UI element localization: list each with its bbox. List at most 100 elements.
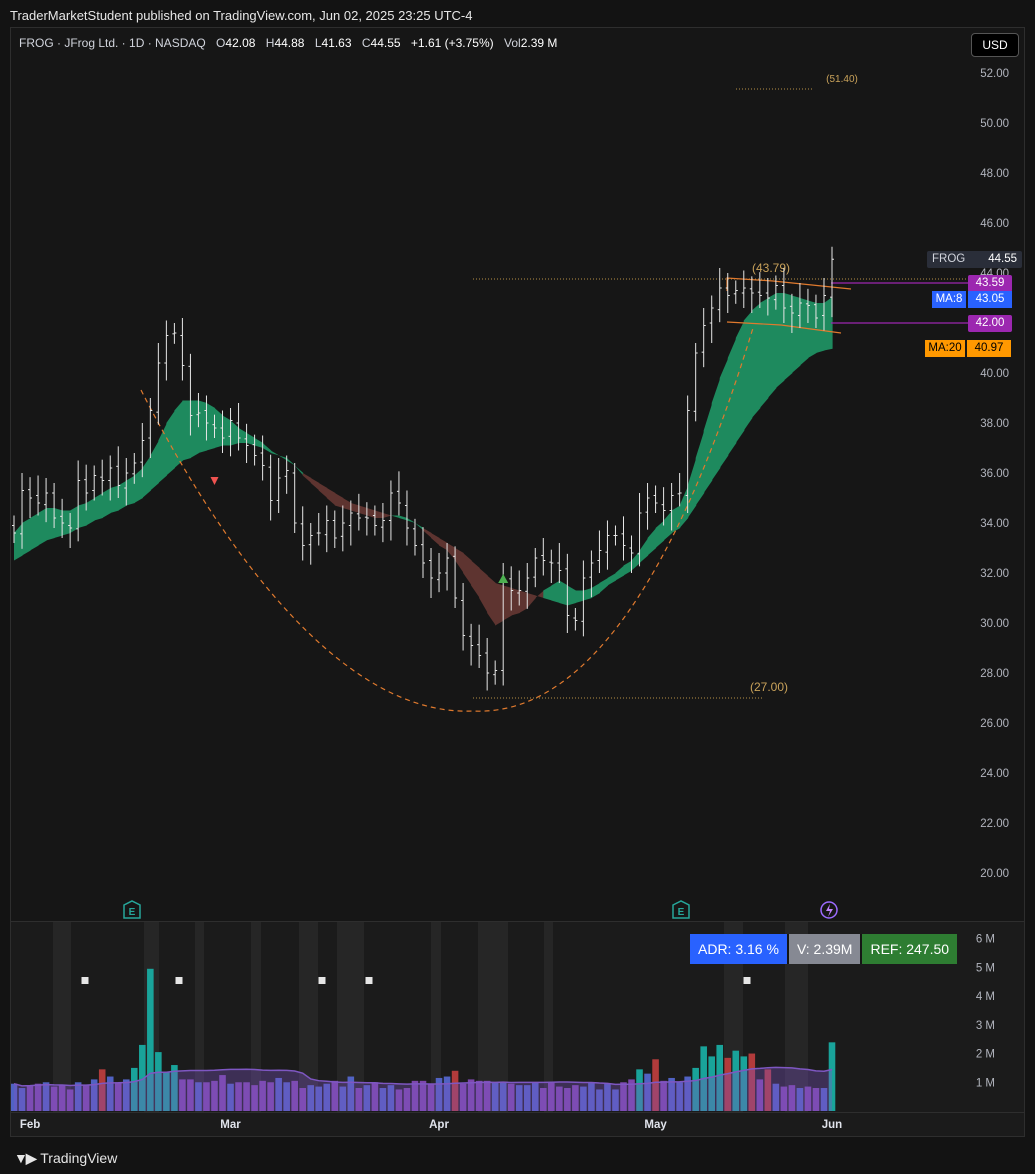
- x-tick-label: Apr: [429, 1119, 449, 1131]
- adr-badge: ADR: 3.16 %: [690, 934, 787, 964]
- ma20-tag-value: 40.97: [967, 340, 1011, 357]
- y-tick-label: 46.00: [980, 218, 1009, 230]
- legend-close: 44.55: [370, 36, 401, 50]
- ma8-tag-label: MA:8: [932, 291, 966, 308]
- ma-cloud-up-segment: [775, 293, 785, 388]
- ma-cloud-up-segment: [815, 303, 825, 353]
- ma-cloud-up-segment: [759, 298, 769, 408]
- ma-cloud-up-segment: [190, 400, 200, 458]
- legend-change: +1.61 (+3.75%): [410, 36, 494, 50]
- y-tick-label: 24.00: [980, 768, 1009, 780]
- ma-cloud-up-segment: [30, 513, 39, 551]
- ma-cloud-up-segment: [126, 475, 135, 506]
- ma-cloud-up-segment: [78, 503, 87, 528]
- x-tick-label: Jun: [822, 1119, 842, 1131]
- volume-tick-label: 2 M: [976, 1049, 995, 1061]
- y-tick-label: 48.00: [980, 168, 1009, 180]
- chart-frame[interactable]: 52.0050.0048.0046.0044.0042.0040.0038.00…: [10, 27, 1025, 1137]
- legend-low-label: L: [314, 36, 322, 50]
- ma-cloud-up-segment: [791, 295, 801, 373]
- volume-tick-label: 6 M: [976, 934, 995, 946]
- ma8-tag-value: 43.05: [968, 291, 1012, 308]
- ma-cloud-up-segment: [182, 400, 192, 461]
- y-tick-label: 40.00: [980, 368, 1009, 380]
- ma-cloud-up-segment: [38, 508, 47, 546]
- y-tick-label: 34.00: [980, 518, 1009, 530]
- ma8-tag: MA:8 43.05: [932, 291, 1012, 308]
- volume-stats-badges: ADR: 3.16 % V: 2.39M REF: 247.50: [690, 934, 958, 964]
- y-tick-label: 36.00: [980, 468, 1009, 480]
- price-annotation: (51.40): [826, 74, 858, 85]
- earnings-icon-letter: E: [129, 907, 136, 918]
- footer-brand: TradingView: [40, 1150, 118, 1166]
- ma-cloud-up-segment: [222, 415, 232, 446]
- ma-cloud-down-segment: [503, 585, 512, 621]
- volume-tick-label: 3 M: [976, 1020, 995, 1032]
- volume-tick-label: 1 M: [976, 1077, 995, 1089]
- ref-badge: REF: 247.50: [860, 934, 958, 964]
- legend-symbol: FROG · JFrog Ltd. · 1D · NASDAQ: [19, 36, 206, 50]
- ma-cloud-up-segment: [22, 518, 31, 556]
- publish-header: TraderMarketStudent published on Trading…: [0, 0, 1035, 28]
- y-tick-label: 32.00: [980, 568, 1009, 580]
- ma-cloud-up-segment: [206, 403, 216, 451]
- ma-cloud-up-segment: [727, 338, 737, 456]
- ma-cloud-up-segment: [102, 488, 111, 518]
- volume-tick-label: 4 M: [976, 991, 995, 1003]
- ma-cloud-down-segment: [511, 588, 520, 616]
- ma-cloud-up-segment: [110, 485, 119, 513]
- earnings-icon-letter: E: [678, 907, 685, 918]
- volume-tick-label: 5 M: [976, 962, 995, 974]
- symbol-tag-label: FROG: [932, 253, 966, 265]
- symbol-legend: FROG · JFrog Ltd. · 1D · NASDAQ O42.08 H…: [19, 36, 557, 50]
- currency-button[interactable]: USD: [971, 33, 1019, 57]
- symbol-price-tag: FROG 44.55: [927, 251, 1022, 268]
- x-tick-label: May: [644, 1119, 667, 1131]
- y-tick-label: 52.00: [980, 68, 1009, 80]
- price-annotation: (27.00): [750, 680, 788, 694]
- ma-cloud-up-segment: [46, 508, 55, 541]
- publish-line: TraderMarketStudent published on Trading…: [10, 8, 473, 23]
- x-tick-label: Mar: [220, 1119, 241, 1131]
- y-tick-label: 26.00: [980, 718, 1009, 730]
- ma20-tag: MA:20 40.97: [925, 340, 1012, 357]
- ma-cloud-down-segment: [495, 583, 504, 626]
- ma-cloud-up-segment: [54, 508, 63, 538]
- volume-session-shade: [53, 922, 71, 1112]
- ma-cloud-up-segment: [174, 400, 184, 468]
- y-tick-label: 20.00: [980, 868, 1009, 880]
- lower-level-tag: 42.00: [968, 315, 1012, 332]
- volume-marker-square: [81, 977, 89, 984]
- y-tick-label: 38.00: [980, 418, 1009, 430]
- volume-marker-square: [743, 977, 751, 984]
- volume-badge: V: 2.39M: [786, 934, 861, 964]
- x-tick-label: Feb: [20, 1119, 40, 1131]
- legend-volume-label: Vol: [504, 36, 521, 50]
- y-tick-label: 28.00: [980, 668, 1009, 680]
- y-tick-label: 22.00: [980, 818, 1009, 830]
- y-tick-label: 50.00: [980, 118, 1009, 130]
- legend-open: 42.08: [225, 36, 256, 50]
- volume-marker-square: [175, 977, 183, 984]
- legend-low: 41.63: [321, 36, 352, 50]
- legend-open-label: O: [216, 36, 226, 50]
- legend-close-label: C: [361, 36, 371, 50]
- symbol-tag-value: 44.55: [988, 253, 1017, 265]
- ma-cloud-up-segment: [799, 298, 809, 366]
- tradingview-logo-icon: ▼▶: [14, 1150, 37, 1166]
- ma-cloud-up-segment: [767, 293, 777, 398]
- tradingview-footer[interactable]: ▼▶ TradingView: [14, 1150, 117, 1167]
- ma20-tag-label: MA:20: [925, 340, 965, 357]
- ma-cloud-up-segment: [751, 303, 761, 418]
- legend-high: 44.88: [274, 36, 305, 50]
- ma-cloud-up-segment: [735, 320, 745, 443]
- ma-cloud-up-segment: [198, 400, 208, 453]
- volume-marker-square: [365, 977, 373, 984]
- ma-cloud-up-segment: [743, 310, 753, 431]
- legend-volume: 2.39 M: [520, 36, 558, 50]
- ma-cloud-up-segment: [823, 296, 833, 351]
- upper-level-tag: 43.59: [968, 275, 1012, 292]
- volume-marker-square: [318, 977, 326, 984]
- y-tick-label: 30.00: [980, 618, 1009, 630]
- chart-canvas[interactable]: 52.0050.0048.0046.0044.0042.0040.0038.00…: [11, 28, 1025, 1137]
